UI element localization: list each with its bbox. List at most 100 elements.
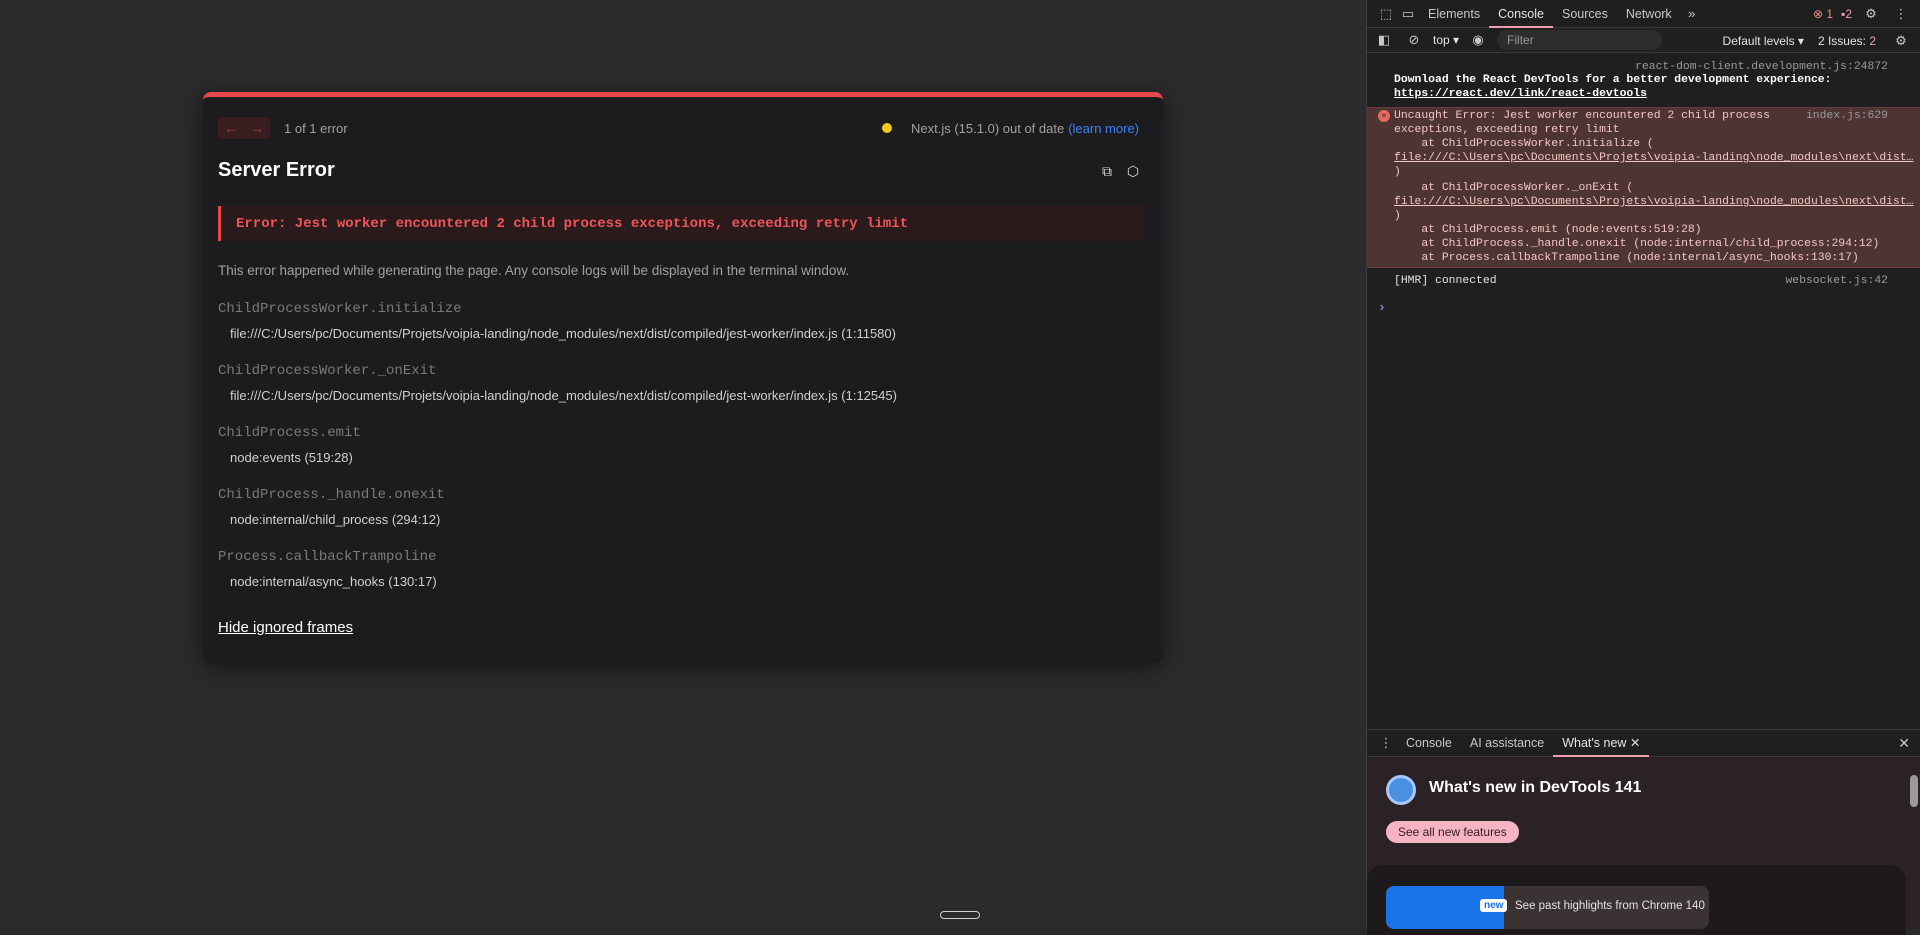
- drawer-tabbar: ⋮ Console AI assistance What's new ✕ ✕: [1367, 729, 1920, 757]
- new-badge: new: [1480, 899, 1508, 912]
- error-line: ): [1394, 166, 1401, 178]
- device-toggle-icon[interactable]: ▭: [1397, 6, 1419, 22]
- issues-count: 2: [1869, 33, 1876, 48]
- kebab-menu-icon[interactable]: ⋮: [1890, 6, 1912, 22]
- stack-frame[interactable]: Process.callbackTrampoline node:internal…: [218, 549, 897, 611]
- error-icon: ✕: [1378, 110, 1390, 122]
- drawer-tab-whats-new-label: What's new: [1562, 736, 1627, 750]
- error-badge-count: 1: [1826, 7, 1834, 21]
- log-source-link[interactable]: react-dom-client.development.js:24872: [1635, 61, 1888, 73]
- console-toolbar-right: Default levels ▾ 2 Issues: 2 ⚙: [1723, 28, 1912, 53]
- scrollbar[interactable]: [1908, 757, 1920, 929]
- error-line: at ChildProcess._handle.onexit (node:int…: [1394, 238, 1880, 250]
- frame-function: Process.callbackTrampoline: [218, 549, 437, 565]
- close-drawer-icon[interactable]: ✕: [1898, 735, 1910, 752]
- error-line: exceptions, exceeding retry limit: [1394, 124, 1620, 136]
- clear-console-icon[interactable]: ⊘: [1403, 32, 1425, 48]
- drawer-tab-console[interactable]: Console: [1397, 729, 1461, 757]
- more-tabs-icon[interactable]: »: [1681, 6, 1703, 21]
- tab-elements[interactable]: Elements: [1419, 0, 1489, 28]
- frame-location: node:internal/child_process (294:12): [230, 512, 441, 527]
- drawer-tab-ai-assistance[interactable]: AI assistance: [1461, 729, 1553, 757]
- gear-icon[interactable]: ⚙: [1860, 6, 1882, 22]
- error-line: at ChildProcessWorker.initialize (: [1394, 138, 1654, 150]
- frame-location: file:///C:/Users/pc/Documents/Projets/vo…: [230, 388, 897, 403]
- console-output: react-dom-client.development.js:24872 Do…: [1367, 53, 1920, 729]
- error-line: at Process.callbackTrampoline (node:inte…: [1394, 252, 1859, 264]
- drawer-tab-whats-new[interactable]: What's new ✕: [1553, 729, 1650, 757]
- prev-error-button[interactable]: ←: [218, 117, 244, 139]
- tab-network[interactable]: Network: [1617, 0, 1681, 28]
- error-count: 1 of 1 error: [284, 120, 348, 136]
- warning-badge-count: 2: [1845, 7, 1852, 21]
- devtools-status: ⊗ 1 ▪2 ⚙ ⋮: [1813, 0, 1912, 28]
- drawer-menu-icon[interactable]: ⋮: [1375, 735, 1397, 751]
- version-status: Next.js (15.1.0) out of date (learn more…: [882, 121, 1139, 136]
- frame-function: ChildProcessWorker.initialize: [218, 301, 462, 317]
- stack-frame[interactable]: ChildProcess._handle.onexit node:interna…: [218, 487, 897, 549]
- page-title: Server Error: [218, 159, 335, 181]
- scrollbar-thumb[interactable]: [1910, 775, 1918, 807]
- error-line: at ChildProcess.emit (node:events:519:28…: [1394, 224, 1702, 236]
- close-tab-icon[interactable]: ✕: [1630, 736, 1640, 750]
- whats-new-panel: What's new in DevTools 141 See all new f…: [1367, 757, 1920, 935]
- stack-frame[interactable]: ChildProcessWorker.initialize file:///C:…: [218, 301, 897, 363]
- error-nav: ← →: [218, 117, 270, 139]
- context-select[interactable]: top ▾: [1433, 33, 1459, 47]
- overlay-header: ← → 1 of 1 error Next.js (15.1.0) out of…: [218, 116, 1139, 140]
- issues-label: 2 Issues:: [1817, 33, 1870, 48]
- error-line: Uncaught Error: Jest worker encountered …: [1394, 110, 1770, 122]
- console-prompt[interactable]: ›: [1378, 300, 1386, 315]
- inspect-icon[interactable]: ⬚: [1375, 6, 1397, 22]
- overlay-actions: ⧉ ⬡: [1099, 163, 1141, 179]
- error-file-link[interactable]: file:///C:\Users\pc\Documents\Projets\vo…: [1394, 152, 1914, 164]
- tab-sources[interactable]: Sources: [1553, 0, 1617, 28]
- stack-frame[interactable]: ChildProcessWorker._onExit file:///C:/Us…: [218, 363, 897, 425]
- warning-count-badge[interactable]: ▪2: [1841, 7, 1852, 21]
- past-highlights-item[interactable]: new See past highlights from Chrome 140: [1386, 886, 1709, 929]
- see-all-features-button[interactable]: See all new features: [1386, 821, 1519, 843]
- devtools-panel: ⬚ ▭ Elements Console Sources Network » ⊗…: [1366, 0, 1920, 935]
- log-message: Download the React DevTools for a better…: [1394, 74, 1832, 86]
- error-message-box: Error: Jest worker encountered 2 child p…: [218, 206, 1145, 241]
- whats-new-title: What's new in DevTools 141: [1429, 779, 1642, 796]
- error-description: This error happened while generating the…: [218, 263, 850, 278]
- external-icon[interactable]: ⬡: [1125, 163, 1141, 179]
- frame-function: ChildProcessWorker._onExit: [218, 363, 437, 379]
- hmr-source-link[interactable]: websocket.js:42: [1785, 275, 1888, 287]
- stack-frames: ChildProcessWorker.initialize file:///C:…: [218, 301, 897, 611]
- issues-button[interactable]: 2 Issues: 2: [1818, 34, 1876, 48]
- devtools-tabbar: ⬚ ▭ Elements Console Sources Network » ⊗…: [1367, 0, 1920, 28]
- frame-location: node:events (519:28): [230, 450, 353, 465]
- sidebar-toggle-icon[interactable]: ◧: [1373, 32, 1395, 48]
- error-file-link[interactable]: file:///C:\Users\pc\Documents\Projets\vo…: [1394, 196, 1914, 208]
- tab-console[interactable]: Console: [1489, 0, 1553, 28]
- page-viewport: ← → 1 of 1 error Next.js (15.1.0) out of…: [0, 0, 1366, 929]
- react-devtools-link[interactable]: https://react.dev/link/react-devtools: [1394, 88, 1647, 100]
- version-text: Next.js (15.1.0) out of date: [911, 120, 1065, 136]
- filter-input[interactable]: Filter: [1497, 30, 1663, 50]
- hmr-log: [HMR] connected: [1394, 275, 1497, 287]
- next-error-button[interactable]: →: [244, 117, 270, 139]
- highlight-text: See past highlights from Chrome 140: [1515, 900, 1705, 912]
- console-toolbar: ◧ ⊘ top ▾ ◉ Filter Default levels ▾ 2 Is…: [1367, 28, 1920, 53]
- frame-function: ChildProcess.emit: [218, 425, 361, 441]
- hide-ignored-frames-link[interactable]: Hide ignored frames: [218, 619, 353, 636]
- log-levels-select[interactable]: Default levels ▾: [1723, 34, 1804, 48]
- error-count-badge[interactable]: ⊗ 1: [1813, 7, 1833, 21]
- eye-icon[interactable]: ◉: [1467, 32, 1489, 48]
- copy-icon[interactable]: ⧉: [1099, 163, 1115, 179]
- error-line: at ChildProcessWorker._onExit (: [1394, 182, 1634, 194]
- error-message: Error: Jest worker encountered 2 child p…: [236, 215, 909, 232]
- console-settings-icon[interactable]: ⚙: [1890, 33, 1912, 49]
- stack-frame[interactable]: ChildProcess.emit node:events (519:28): [218, 425, 897, 487]
- status-dot-icon: [882, 123, 892, 133]
- error-line: ): [1394, 210, 1401, 222]
- error-overlay: ← → 1 of 1 error Next.js (15.1.0) out of…: [203, 92, 1163, 663]
- resize-handle[interactable]: [940, 911, 980, 919]
- frame-location: node:internal/async_hooks (130:17): [230, 574, 437, 589]
- chrome-devtools-logo-icon: [1386, 775, 1416, 805]
- error-source-link[interactable]: index.js:629: [1806, 110, 1888, 122]
- frame-location: file:///C:/Users/pc/Documents/Projets/vo…: [230, 326, 896, 341]
- learn-more-link[interactable]: (learn more): [1068, 121, 1139, 136]
